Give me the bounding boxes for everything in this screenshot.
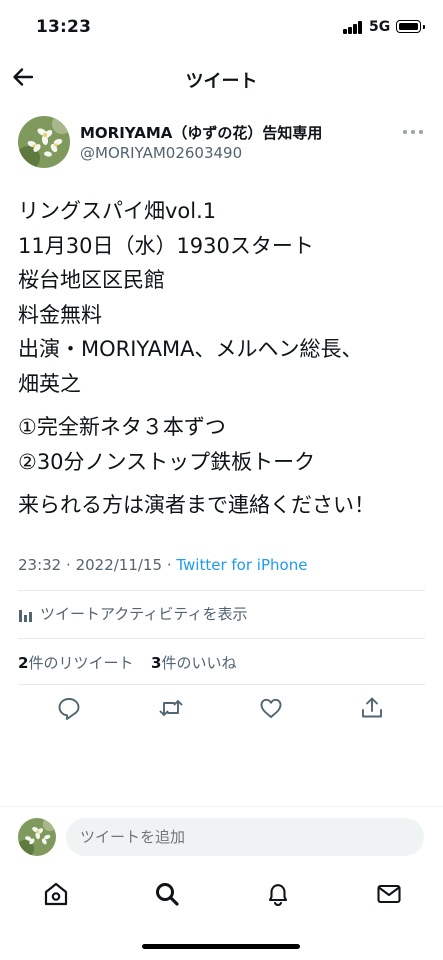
like-count: 3: [151, 654, 162, 672]
notifications-icon: [268, 884, 288, 907]
retweet-stat[interactable]: 2件のリツイート: [18, 654, 133, 672]
retweet-stat-label: 件のリツイート: [28, 654, 134, 672]
tweet-activity-label: ツイートアクティビティを表示: [40, 605, 248, 623]
tweet-line: 11月30日（水）1930スタート: [18, 233, 314, 258]
like-stat[interactable]: 3件のいいね: [151, 654, 236, 672]
author-handle[interactable]: @MORIYAM02603490: [80, 144, 242, 162]
like-button[interactable]: [258, 695, 284, 721]
retweet-icon: [159, 700, 183, 716]
tab-home[interactable]: [42, 880, 70, 908]
divider: [18, 638, 425, 639]
network-type: 5G: [369, 19, 391, 35]
tweet-timestamp: 23:32 · 2022/11/15 · Twitter for iPhone: [18, 556, 308, 574]
tweet-date: 2022/11/15: [75, 556, 163, 574]
battery-icon: [396, 20, 425, 33]
tweet-line: 来られる方は演者まで連絡ください！: [18, 493, 375, 517]
reply-button[interactable]: [56, 695, 82, 721]
reply-input[interactable]: [66, 818, 424, 856]
tweet-line: ①完全新ネタ３本ずつ: [18, 415, 226, 439]
author-name[interactable]: MORIYAMA（ゆずの花）告知専用: [80, 122, 322, 143]
tweet-stats: 2件のリツイート 3件のいいね: [18, 652, 236, 673]
reply-icon: [58, 698, 80, 720]
avatar[interactable]: [18, 818, 56, 856]
tweet-line: 出演・MORIYAMA、メルヘン総長、: [18, 337, 363, 361]
tab-messages[interactable]: [375, 880, 403, 908]
share-button[interactable]: [359, 695, 385, 721]
tweet-line: 桜台地区区民館: [18, 268, 165, 292]
home-icon: [44, 882, 68, 906]
home-indicator[interactable]: [142, 944, 300, 949]
status-time: 13:23: [36, 17, 92, 37]
more-options-icon[interactable]: [403, 127, 425, 137]
retweet-count: 2: [18, 654, 29, 672]
retweet-button[interactable]: [158, 695, 184, 721]
divider: [18, 590, 425, 591]
tweet-line: 畑英之: [18, 371, 81, 396]
divider: [18, 684, 425, 685]
tab-notifications[interactable]: [264, 880, 292, 908]
tweet-source-link[interactable]: Twitter for iPhone: [176, 556, 307, 574]
header: ツイート: [0, 52, 443, 102]
tab-search[interactable]: [153, 880, 181, 908]
tweet-paragraph: 来られる方は演者まで連絡ください！: [18, 488, 433, 523]
page-title: ツイート: [185, 71, 258, 92]
flower-avatar-image: [18, 116, 70, 168]
tweet-paragraph: リングスパイ畑vol.1 11月30日（水）1930スタート 桜台地区区民館 料…: [18, 194, 433, 401]
tweet-line: ②30分ノンストップ鉄板トーク: [18, 449, 316, 474]
status-bar: 13:23 5G: [0, 0, 443, 52]
messages-icon: [377, 884, 401, 904]
tweet-time: 23:32: [18, 556, 62, 574]
search-icon: [156, 883, 179, 906]
reply-bar: [0, 806, 443, 868]
cellular-signal-icon: [343, 21, 363, 34]
tweet-actions: [0, 695, 443, 727]
tweet-activity-link[interactable]: ツイートアクティビティを表示: [18, 603, 247, 625]
flower-avatar-image: [18, 818, 56, 856]
avatar[interactable]: [18, 116, 70, 168]
tweet-text: リングスパイ畑vol.1 11月30日（水）1930スタート 桜台地区区民館 料…: [18, 194, 433, 523]
bottom-tab-bar: [0, 868, 443, 924]
tweet-paragraph: ①完全新ネタ３本ずつ ②30分ノンストップ鉄板トーク: [18, 410, 433, 479]
tweet-line: リングスパイ畑vol.1: [18, 199, 217, 223]
tweet-line: 料金無料: [18, 302, 102, 327]
bar-chart-icon: [18, 607, 34, 623]
share-icon: [362, 697, 382, 718]
like-stat-label: 件のいいね: [161, 654, 237, 672]
like-icon: [260, 698, 282, 718]
